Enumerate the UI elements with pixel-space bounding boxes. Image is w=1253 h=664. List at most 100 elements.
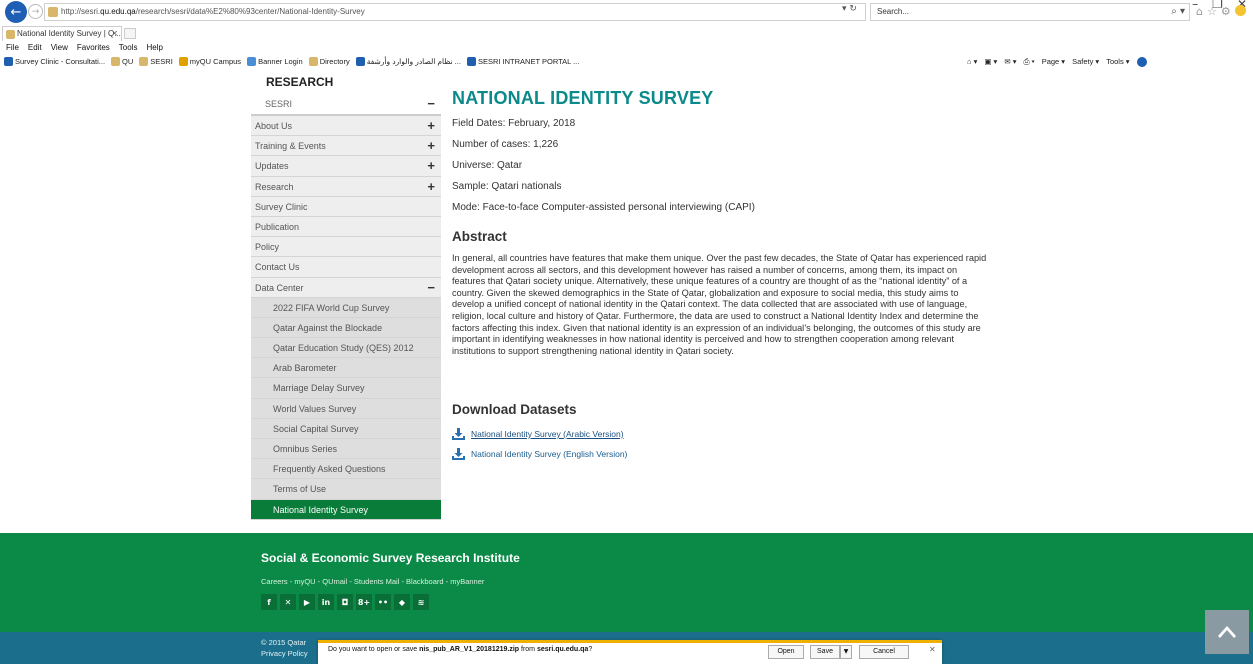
favorites-bar: Survey Clinic - Consultati... QU SESRI myQU… bbox=[0, 56, 1253, 70]
new-tab-button[interactable] bbox=[124, 28, 136, 39]
sidebar-group-sesri[interactable]: SESRI − bbox=[251, 92, 441, 116]
sidebar-item-arab-barometer[interactable]: Arab Barometer bbox=[251, 358, 441, 379]
menu-help[interactable]: Help bbox=[146, 43, 162, 56]
youtube-icon[interactable]: ▶ bbox=[299, 594, 315, 610]
qu-icon bbox=[139, 57, 149, 66]
sidebar-item-label: Arab Barometer bbox=[273, 363, 337, 374]
sidebar-item-world-values-survey[interactable]: World Values Survey bbox=[251, 398, 441, 419]
sidebar-item-updates[interactable]: Updates + bbox=[251, 156, 441, 177]
mail-icon[interactable]: ✉ ▾ bbox=[1004, 57, 1016, 67]
sidebar-item-label: Updates bbox=[255, 161, 289, 172]
sidebar-item-research[interactable]: Research + bbox=[251, 176, 441, 197]
rss-icon[interactable]: ≋ bbox=[413, 594, 429, 610]
menu-file[interactable]: File bbox=[6, 43, 19, 56]
cancel-button[interactable]: Cancel bbox=[859, 645, 909, 659]
sidebar-item-omnibus-series[interactable]: Omnibus Series bbox=[251, 439, 441, 460]
menu-view[interactable]: View bbox=[51, 43, 68, 56]
download-link-arabic[interactable]: National Identity Survey (Arabic Version… bbox=[471, 429, 624, 439]
command-page[interactable]: Page ▾ bbox=[1042, 57, 1065, 67]
sidebar-item-label: World Values Survey bbox=[273, 403, 357, 414]
tab-close-icon[interactable]: ✕ bbox=[111, 27, 118, 41]
home-menu-icon[interactable]: ⌂ ▾ bbox=[967, 57, 977, 67]
print-icon[interactable]: ⎙ ▾ bbox=[1023, 57, 1034, 67]
expand-icon[interactable]: + bbox=[427, 116, 435, 136]
back-button[interactable]: ← bbox=[5, 1, 27, 23]
refresh-dropdown[interactable]: ▾ ↻ bbox=[842, 4, 857, 14]
favorite-label: Survey Clinic - Consultati... bbox=[15, 57, 106, 66]
linkedin-icon[interactable]: in bbox=[318, 594, 334, 610]
download-message: Do you want to open or save nis_pub_AR_V… bbox=[328, 646, 592, 653]
back-to-top-button[interactable] bbox=[1205, 610, 1249, 654]
expand-icon[interactable]: + bbox=[427, 136, 435, 156]
sidebar-item-about-us[interactable]: About Us + bbox=[251, 116, 441, 137]
favorite-link[interactable]: SESRI bbox=[139, 57, 173, 66]
sidebar-item-frequently-asked-questions[interactable]: Frequently Asked Questions bbox=[251, 459, 441, 480]
sidebar-item-national-identity-survey[interactable]: National Identity Survey bbox=[251, 499, 441, 520]
help-icon[interactable] bbox=[1136, 57, 1147, 67]
refresh-icon[interactable]: ↻ bbox=[849, 4, 857, 14]
tab-national-identity[interactable]: National Identity Survey | Q... ✕ bbox=[2, 26, 122, 41]
menu-tools[interactable]: Tools bbox=[119, 43, 138, 56]
privacy-policy-link[interactable]: Privacy Policy bbox=[261, 648, 308, 659]
expand-icon[interactable]: + bbox=[427, 156, 435, 176]
facebook-icon[interactable]: f bbox=[261, 594, 277, 610]
sidebar-item-social-capital-survey[interactable]: Social Capital Survey bbox=[251, 418, 441, 439]
feeds-icon[interactable]: ▣ ▾ bbox=[984, 57, 997, 67]
save-options-button[interactable]: ▼ bbox=[840, 645, 852, 659]
instagram-icon[interactable]: ◘ bbox=[337, 594, 353, 610]
address-bar[interactable]: http://sesri.qu.edu.qa/research/sesri/da… bbox=[44, 3, 866, 21]
sidebar-item-data-center[interactable]: Data Center − bbox=[251, 277, 441, 298]
sidebar-item-label: Frequently Asked Questions bbox=[273, 464, 386, 475]
sesri-icon bbox=[466, 57, 476, 66]
download-english[interactable]: National Identity Survey (English Versio… bbox=[452, 448, 627, 460]
sidebar-item-policy[interactable]: Policy bbox=[251, 237, 441, 258]
favorite-link[interactable]: Survey Clinic - Consultati... bbox=[4, 57, 105, 66]
search-icon[interactable]: ⌕ ▾ bbox=[1171, 4, 1185, 20]
sidebar-item-contact-us[interactable]: Contact Us bbox=[251, 257, 441, 278]
home-icon[interactable]: ⌂ bbox=[1196, 5, 1203, 18]
arrow-right-icon: → bbox=[31, 6, 40, 17]
twitter-icon[interactable]: ✕ bbox=[280, 594, 296, 610]
download-icon bbox=[452, 428, 465, 440]
favorite-link[interactable]: myQU Campus bbox=[178, 57, 241, 66]
sidebar-item-label: Training & Events bbox=[255, 141, 326, 152]
sidebar-item-terms-of-use[interactable]: Terms of Use bbox=[251, 479, 441, 500]
sidebar-item-survey-clinic[interactable]: Survey Clinic bbox=[251, 196, 441, 217]
sidebar-item-label: Terms of Use bbox=[273, 484, 327, 495]
sidebar-item-publication[interactable]: Publication bbox=[251, 216, 441, 238]
sidebar-item-qatar-education-study-qes-2012[interactable]: Qatar Education Study (QES) 2012 bbox=[251, 338, 441, 359]
search-input[interactable]: Search... ⌕ ▾ bbox=[870, 3, 1190, 21]
feedback-smiley-icon[interactable] bbox=[1234, 5, 1246, 16]
star-icon[interactable]: ☆ bbox=[1207, 5, 1217, 18]
gear-icon[interactable]: ⚙ bbox=[1221, 5, 1231, 18]
command-safety[interactable]: Safety ▾ bbox=[1072, 57, 1099, 67]
favorite-link[interactable]: SESRI INTRANET PORTAL ... bbox=[466, 57, 579, 66]
collapse-icon[interactable]: − bbox=[427, 278, 435, 298]
download-link-english[interactable]: National Identity Survey (English Versio… bbox=[471, 449, 627, 459]
favorite-link[interactable]: Directory bbox=[308, 57, 350, 66]
expand-icon[interactable]: + bbox=[427, 177, 435, 197]
sample: Sample: Qatari nationals bbox=[452, 181, 562, 192]
sidebar-item-2022-fifa-world-cup-survey[interactable]: 2022 FIFA World Cup Survey bbox=[251, 297, 441, 318]
download-arabic[interactable]: National Identity Survey (Arabic Version… bbox=[452, 428, 624, 440]
favorite-link[interactable]: نظام الصادر والوارد وأرشفة ... bbox=[355, 57, 461, 66]
forward-button[interactable]: → bbox=[28, 4, 43, 19]
menu-edit[interactable]: Edit bbox=[28, 43, 42, 56]
dropbox-icon[interactable]: ◆ bbox=[394, 594, 410, 610]
flickr-icon[interactable]: •• bbox=[375, 594, 391, 610]
sidebar-item-marriage-delay-survey[interactable]: Marriage Delay Survey bbox=[251, 378, 441, 399]
sidebar-item-training-events[interactable]: Training & Events + bbox=[251, 136, 441, 157]
favorite-link[interactable]: Banner Login bbox=[247, 57, 303, 66]
save-button[interactable]: Save bbox=[810, 645, 840, 659]
menu-favorites[interactable]: Favorites bbox=[77, 43, 110, 56]
command-tools[interactable]: Tools ▾ bbox=[1106, 57, 1129, 67]
notification-close-icon[interactable]: ✕ bbox=[929, 645, 936, 654]
collapse-icon[interactable]: − bbox=[427, 92, 435, 116]
favorite-link[interactable]: QU bbox=[111, 57, 133, 66]
browser-toolbar-icons: ⌂ ☆ ⚙ bbox=[1196, 5, 1246, 18]
googleplus-icon[interactable]: 8+ bbox=[356, 594, 372, 610]
footer: Social & Economic Survey Research Instit… bbox=[0, 533, 1253, 632]
footer-links[interactable]: Careers - myQU - QUmail - Students Mail … bbox=[261, 577, 484, 586]
sidebar-item-qatar-against-the-blockade[interactable]: Qatar Against the Blockade bbox=[251, 317, 441, 339]
open-button[interactable]: Open bbox=[768, 645, 804, 659]
